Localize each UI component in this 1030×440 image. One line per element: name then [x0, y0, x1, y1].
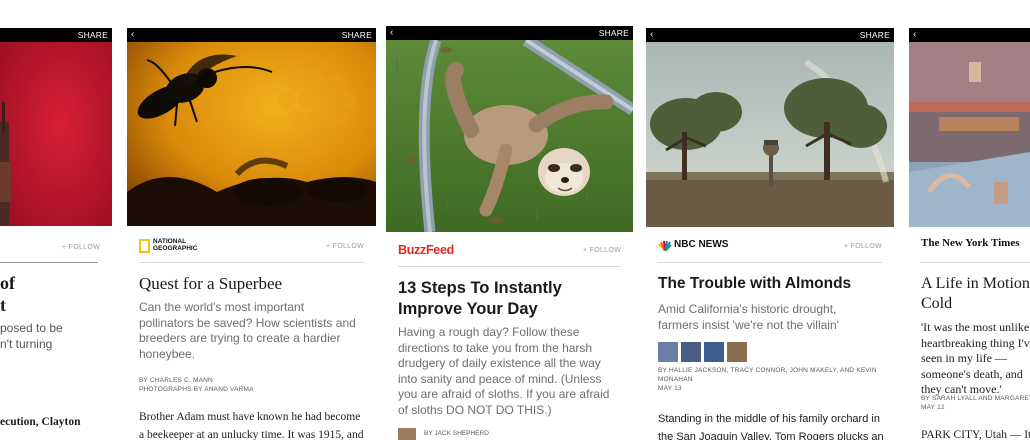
- honeybee-photo: [127, 42, 376, 226]
- peacock-icon: [658, 241, 672, 251]
- date: MAY 13: [658, 385, 682, 392]
- divider: [398, 266, 621, 267]
- divider: [921, 262, 1030, 263]
- article-photo[interactable]: [646, 42, 894, 227]
- publisher-row: BuzzFeed + FOLLOW: [398, 242, 621, 258]
- dancer-photo: [909, 42, 1030, 227]
- article-card-buzzfeed[interactable]: ‹ SHARE BuzzFeed + FOLLOW 13 Steps To In…: [386, 26, 633, 440]
- article-summary: Amid California's historic drought, farm…: [658, 302, 839, 332]
- article-summary: Having a rough day? Follow these directi…: [398, 325, 610, 417]
- article-card-nbc[interactable]: ‹ SHARE NBC NEWS + FOLLOW The Trouble wi…: [646, 28, 894, 440]
- back-icon[interactable]: ‹: [913, 28, 916, 42]
- article-card-nyt[interactable]: ‹ The New York Times A Life in Motion, C…: [909, 28, 1030, 440]
- back-icon[interactable]: ‹: [650, 28, 653, 42]
- article-card-partial-left[interactable]: SHARE + FOLLOW of t posed to be n't turn…: [0, 28, 112, 440]
- title-line: of: [0, 273, 15, 293]
- article-title[interactable]: The Trouble with Almonds: [658, 274, 884, 294]
- publisher-row: NBC NEWS + FOLLOW: [658, 238, 882, 254]
- author-avatar[interactable]: [398, 428, 416, 440]
- byline: BY CHARLES C. MANN PHOTOGRAPHS BY ANAND …: [139, 376, 364, 394]
- article-title[interactable]: A Life in Motion, Cold: [921, 274, 1030, 314]
- article-title[interactable]: 13 Steps To Instantly Improve Your Day: [398, 278, 619, 320]
- article-card-natgeo[interactable]: ‹ SHARE NATIONAL GEOGRAPHIC + FOLLOW Que…: [127, 28, 376, 440]
- publisher-row: NATIONAL GEOGRAPHIC + FOLLOW: [139, 236, 364, 256]
- author: BY CHARLES C. MANN: [139, 377, 213, 384]
- author-avatar[interactable]: [681, 342, 701, 362]
- article-summary: posed to be n't turning: [0, 320, 98, 352]
- date: MAY 12: [921, 404, 945, 411]
- back-icon[interactable]: ‹: [390, 26, 393, 40]
- share-button[interactable]: SHARE: [342, 28, 372, 42]
- publisher-name-line: GEOGRAPHIC: [153, 245, 198, 252]
- divider: [0, 262, 98, 263]
- follow-button[interactable]: + FOLLOW: [583, 247, 621, 254]
- article-photo[interactable]: [0, 42, 112, 226]
- card-top-bar: ‹: [909, 28, 1030, 42]
- article-body: PARK CITY, Utah — It was: [921, 429, 1030, 440]
- card-top-bar: SHARE: [0, 28, 112, 42]
- share-button[interactable]: SHARE: [860, 28, 890, 42]
- article-photo[interactable]: [127, 42, 376, 226]
- author-avatar[interactable]: [727, 342, 747, 362]
- article-title[interactable]: Quest for a Superbee: [139, 273, 366, 295]
- summary-line: n't turning: [0, 337, 53, 351]
- byline: BY HALLIE JACKSON, TRACY CONNOR, JOHN MA…: [658, 366, 882, 393]
- article-summary: 'It was the most unlikely, heartbreaking…: [921, 320, 1030, 396]
- article-photo[interactable]: [909, 42, 1030, 227]
- publisher-name: NBC NEWS: [674, 239, 729, 250]
- back-icon[interactable]: ‹: [131, 28, 134, 42]
- authors: BY SARAH LYALL AND MARGARET: [921, 395, 1030, 402]
- publisher-name-line: NATIONAL: [153, 238, 187, 245]
- author-avatar[interactable]: [704, 342, 724, 362]
- title-line: t: [0, 295, 6, 315]
- author-avatar[interactable]: [658, 342, 678, 362]
- article-body: Brother Adam must have known he had beco…: [139, 411, 364, 440]
- photographer: PHOTOGRAPHS BY ANAND VARMA: [139, 386, 254, 393]
- article-photo[interactable]: [386, 40, 633, 232]
- divider: [139, 262, 364, 263]
- nyt-logo[interactable]: The New York Times: [921, 237, 1020, 249]
- card-top-bar: ‹ SHARE: [386, 26, 633, 40]
- byline: BY SARAH LYALL AND MARGARET MAY 12: [921, 394, 1030, 412]
- share-button[interactable]: SHARE: [599, 26, 629, 40]
- article-summary: Can the world's most important pollinato…: [139, 300, 356, 361]
- byline: BY JACK SHEPHERD: [424, 430, 489, 437]
- authors: BY HALLIE JACKSON, TRACY CONNOR, JOHN MA…: [658, 367, 877, 383]
- follow-button[interactable]: + FOLLOW: [844, 243, 882, 250]
- article-title[interactable]: of t: [0, 272, 102, 316]
- almond-orchard-photo: [646, 42, 894, 227]
- card-top-bar: ‹ SHARE: [646, 28, 894, 42]
- share-button[interactable]: SHARE: [78, 28, 108, 42]
- yellow-frame-icon: [139, 239, 150, 253]
- red-feature-image: [0, 42, 112, 226]
- buzzfeed-logo[interactable]: BuzzFeed: [398, 243, 454, 257]
- card-top-bar: ‹ SHARE: [127, 28, 376, 42]
- article-body: ecution, Clayton: [0, 416, 81, 428]
- summary-line: posed to be: [0, 321, 63, 335]
- article-body: Standing in the middle of his family orc…: [658, 413, 884, 440]
- publisher-row: The New York Times: [921, 236, 1020, 252]
- divider: [658, 262, 882, 263]
- sloth-photo: [386, 40, 633, 232]
- follow-button[interactable]: + FOLLOW: [62, 244, 100, 251]
- follow-button[interactable]: + FOLLOW: [326, 243, 364, 250]
